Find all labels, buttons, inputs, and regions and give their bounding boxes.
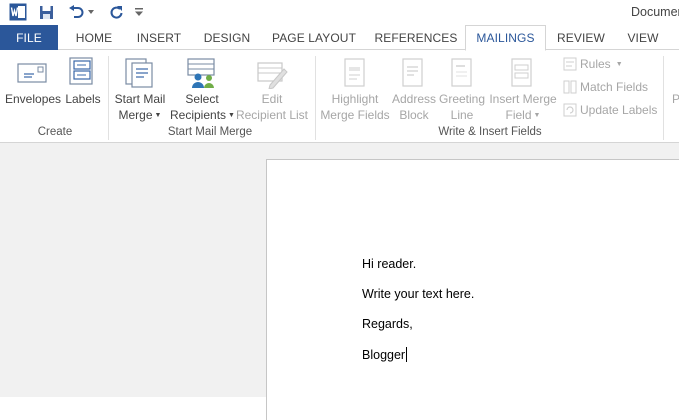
rules-label: Rules <box>580 57 611 71</box>
document-title: Documer <box>631 5 679 19</box>
edit-recipient-list-label-2: Recipient List <box>235 108 309 122</box>
start-mail-merge-button[interactable]: Start Mail Merge ▼ <box>111 91 169 124</box>
title-bar <box>0 0 679 25</box>
highlight-merge-fields-icon <box>343 58 367 93</box>
doc-line-body[interactable]: Write your text here. <box>362 287 474 301</box>
greeting-line-button[interactable]: Greeting Line <box>437 91 487 123</box>
match-fields-icon <box>563 80 577 94</box>
text-cursor <box>406 347 408 362</box>
tab-view[interactable]: VIEW <box>620 25 666 50</box>
labels-icon <box>68 57 98 92</box>
select-recipients-button[interactable]: Select Recipients ▼ <box>170 91 235 124</box>
undo-icon[interactable] <box>66 2 86 22</box>
tab-mailings[interactable]: MAILINGS <box>465 25 546 51</box>
insert-merge-field-button[interactable]: Insert Merge Field ▼ <box>487 91 559 124</box>
start-mail-merge-label-1: Start Mail <box>114 92 166 106</box>
redo-icon[interactable] <box>107 2 125 22</box>
labels-button[interactable]: Labels <box>63 91 103 107</box>
insert-merge-field-icon <box>510 58 534 93</box>
insert-merge-field-label-1: Insert Merge <box>489 92 557 106</box>
edit-recipient-list-label-1: Edit <box>261 92 283 106</box>
chevron-down-icon: ▼ <box>154 111 162 119</box>
undo-dropdown-icon[interactable] <box>87 2 95 22</box>
tab-insert[interactable]: INSERT <box>130 25 188 50</box>
group-label-start-mail-merge: Start Mail Merge <box>167 126 253 138</box>
tab-design[interactable]: DESIGN <box>198 25 256 50</box>
group-separator <box>108 56 109 140</box>
greeting-line-label-2: Line <box>450 108 474 122</box>
tab-home[interactable]: HOME <box>66 25 122 50</box>
group-label-write-insert-fields: Write & Insert Fields <box>438 126 542 138</box>
group-separator <box>315 56 316 140</box>
chevron-down-icon: ▼ <box>228 111 235 119</box>
tab-page-layout[interactable]: PAGE LAYOUT <box>266 25 362 50</box>
edit-recipient-list-icon <box>256 57 288 94</box>
edit-recipient-list-button[interactable]: Edit Recipient List <box>235 91 309 123</box>
tab-references[interactable]: REFERENCES <box>372 25 460 50</box>
start-mail-merge-icon <box>124 57 156 94</box>
envelopes-button[interactable]: Envelopes <box>5 91 61 107</box>
highlight-merge-fields-button[interactable]: Highlight Merge Fields <box>318 91 392 123</box>
tab-review[interactable]: REVIEW <box>553 25 609 50</box>
address-block-icon <box>401 58 425 93</box>
customize-qat-icon[interactable] <box>134 2 144 22</box>
address-block-label-2: Block <box>399 108 429 122</box>
highlight-merge-fields-label-1: Highlight <box>331 92 379 106</box>
doc-line-signature[interactable]: Blogger <box>362 347 408 362</box>
update-labels-button[interactable]: Update Labels <box>563 101 657 119</box>
match-fields-button[interactable]: Match Fields <box>563 78 648 96</box>
doc-line-greeting[interactable]: Hi reader. <box>362 257 416 271</box>
save-icon[interactable] <box>36 2 56 22</box>
insert-merge-field-label-2: Field <box>505 108 532 122</box>
rules-icon <box>563 57 577 71</box>
select-recipients-label-1: Select <box>185 92 219 106</box>
address-block-button[interactable]: Address Block <box>392 91 436 123</box>
greeting-line-label-1: Greeting <box>438 92 486 106</box>
address-block-label-1: Address <box>392 92 437 106</box>
chevron-down-icon: ▼ <box>615 60 623 68</box>
match-fields-label: Match Fields <box>580 80 649 94</box>
select-recipients-label-2: Recipients <box>170 108 227 122</box>
tab-file[interactable]: FILE <box>0 25 58 50</box>
update-labels-icon <box>563 103 577 117</box>
start-mail-merge-label-2: Merge <box>118 108 153 122</box>
greeting-line-icon <box>450 58 474 93</box>
update-labels-label: Update Labels <box>580 103 658 117</box>
highlight-merge-fields-label-2: Merge Fields <box>320 108 390 122</box>
envelope-icon <box>17 62 47 89</box>
doc-line-signature-text: Blogger <box>362 348 406 362</box>
select-recipients-icon <box>186 57 218 94</box>
partial-next-group-button[interactable]: P <box>672 91 679 107</box>
rules-button[interactable]: Rules ▼ <box>563 55 623 73</box>
word-icon[interactable] <box>8 2 28 22</box>
group-separator <box>663 56 664 140</box>
doc-line-regards[interactable]: Regards, <box>362 317 413 331</box>
group-label-create: Create <box>37 126 73 138</box>
chevron-down-icon: ▼ <box>533 111 541 119</box>
